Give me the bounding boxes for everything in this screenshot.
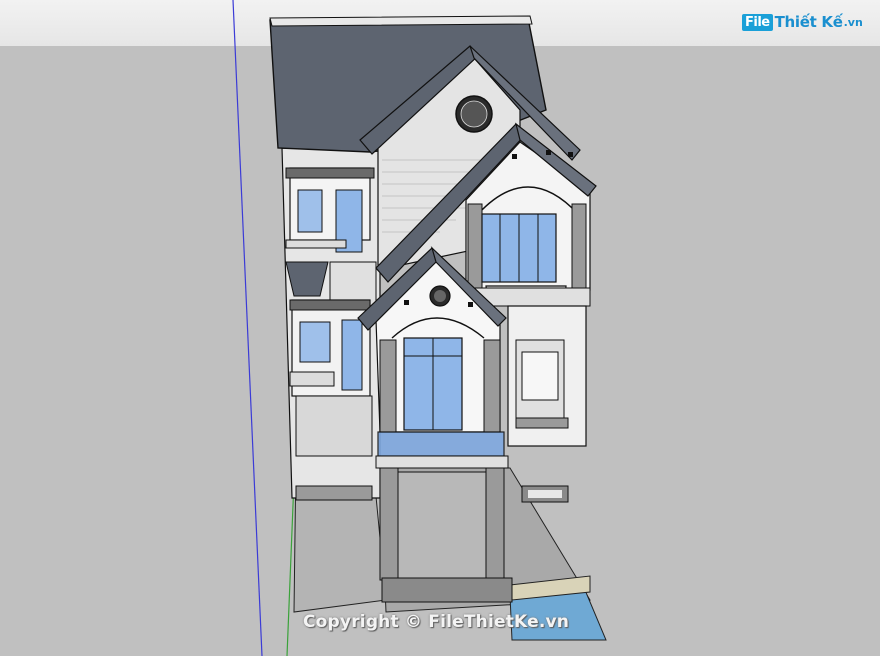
model-detail [295,485,373,501]
left-bay-ledge [285,239,347,249]
carport-column-left [379,467,399,581]
model-detail [546,150,551,155]
front-balcony-glass [377,431,505,457]
model-detail [515,417,569,429]
roof-ridge-cap [269,15,533,27]
left-bay-roof-mid [285,261,329,297]
carport-column-right [485,467,505,581]
copyright-watermark: Copyright © FileThietKe.vn [303,612,570,632]
model-viewport[interactable]: File Thiết Kế .vn Copyright © FileThietK… [0,0,880,656]
left-window-1 [297,189,323,233]
left-bay-cornice [285,167,375,179]
blue-axis-line [232,0,263,656]
mid-column-right [571,203,587,289]
model-detail [468,302,473,307]
front-column-left [379,339,397,433]
mid-column-left [467,203,483,289]
left-window-4 [341,319,363,391]
model-detail [434,290,446,302]
model-detail [568,152,573,157]
carport-back-wall [393,471,491,579]
right-window [521,351,559,401]
left-lower-wall [295,395,373,457]
filethietke-logo: File Thiết Kế .vn [742,13,863,31]
model-detail [289,299,371,311]
model-detail [460,100,488,128]
carport-base [381,577,513,603]
model-detail [528,490,562,498]
model-detail [289,371,335,387]
front-slab [375,455,509,469]
model-detail [404,300,409,305]
left-window-3 [299,321,331,363]
front-column-right [483,339,501,433]
model-detail [512,154,517,159]
house-model[interactable] [0,0,880,656]
